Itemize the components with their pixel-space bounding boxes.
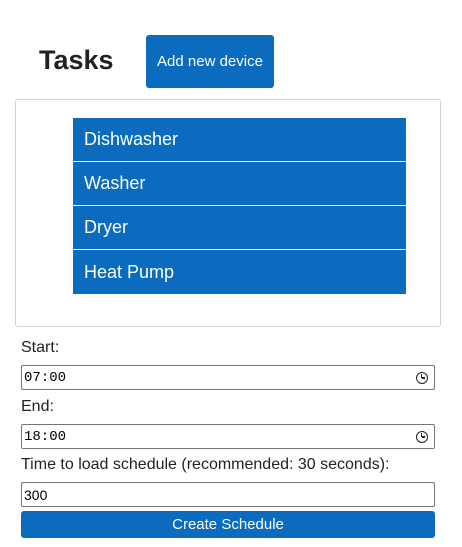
device-item-heat-pump[interactable]: Heat Pump [73, 250, 406, 294]
load-time-value: 300 [24, 486, 48, 503]
create-schedule-button[interactable]: Create Schedule [21, 511, 435, 538]
clock-icon[interactable] [416, 430, 428, 443]
end-label: End: [21, 398, 54, 415]
device-item-dishwasher[interactable]: Dishwasher [73, 118, 406, 162]
start-time-value: 07:00 [24, 369, 67, 386]
start-label: Start: [21, 339, 60, 356]
load-time-input[interactable]: 300 [21, 482, 435, 507]
load-time-label: Time to load schedule (recommended: 30 s… [21, 456, 390, 473]
page: Tasks Add new device Dishwasher Washer D… [0, 0, 462, 547]
device-item-washer[interactable]: Washer [73, 162, 406, 206]
device-list: Dishwasher Washer Dryer Heat Pump [73, 118, 406, 294]
device-panel: Dishwasher Washer Dryer Heat Pump [15, 99, 441, 327]
device-item-dryer[interactable]: Dryer [73, 206, 406, 250]
end-time-input[interactable]: 18:00 [21, 424, 435, 449]
clock-icon[interactable] [416, 371, 428, 384]
end-time-value: 18:00 [24, 428, 67, 445]
add-new-device-button[interactable]: Add new device [146, 35, 274, 88]
page-title: Tasks [39, 45, 114, 75]
start-time-input[interactable]: 07:00 [21, 365, 435, 390]
